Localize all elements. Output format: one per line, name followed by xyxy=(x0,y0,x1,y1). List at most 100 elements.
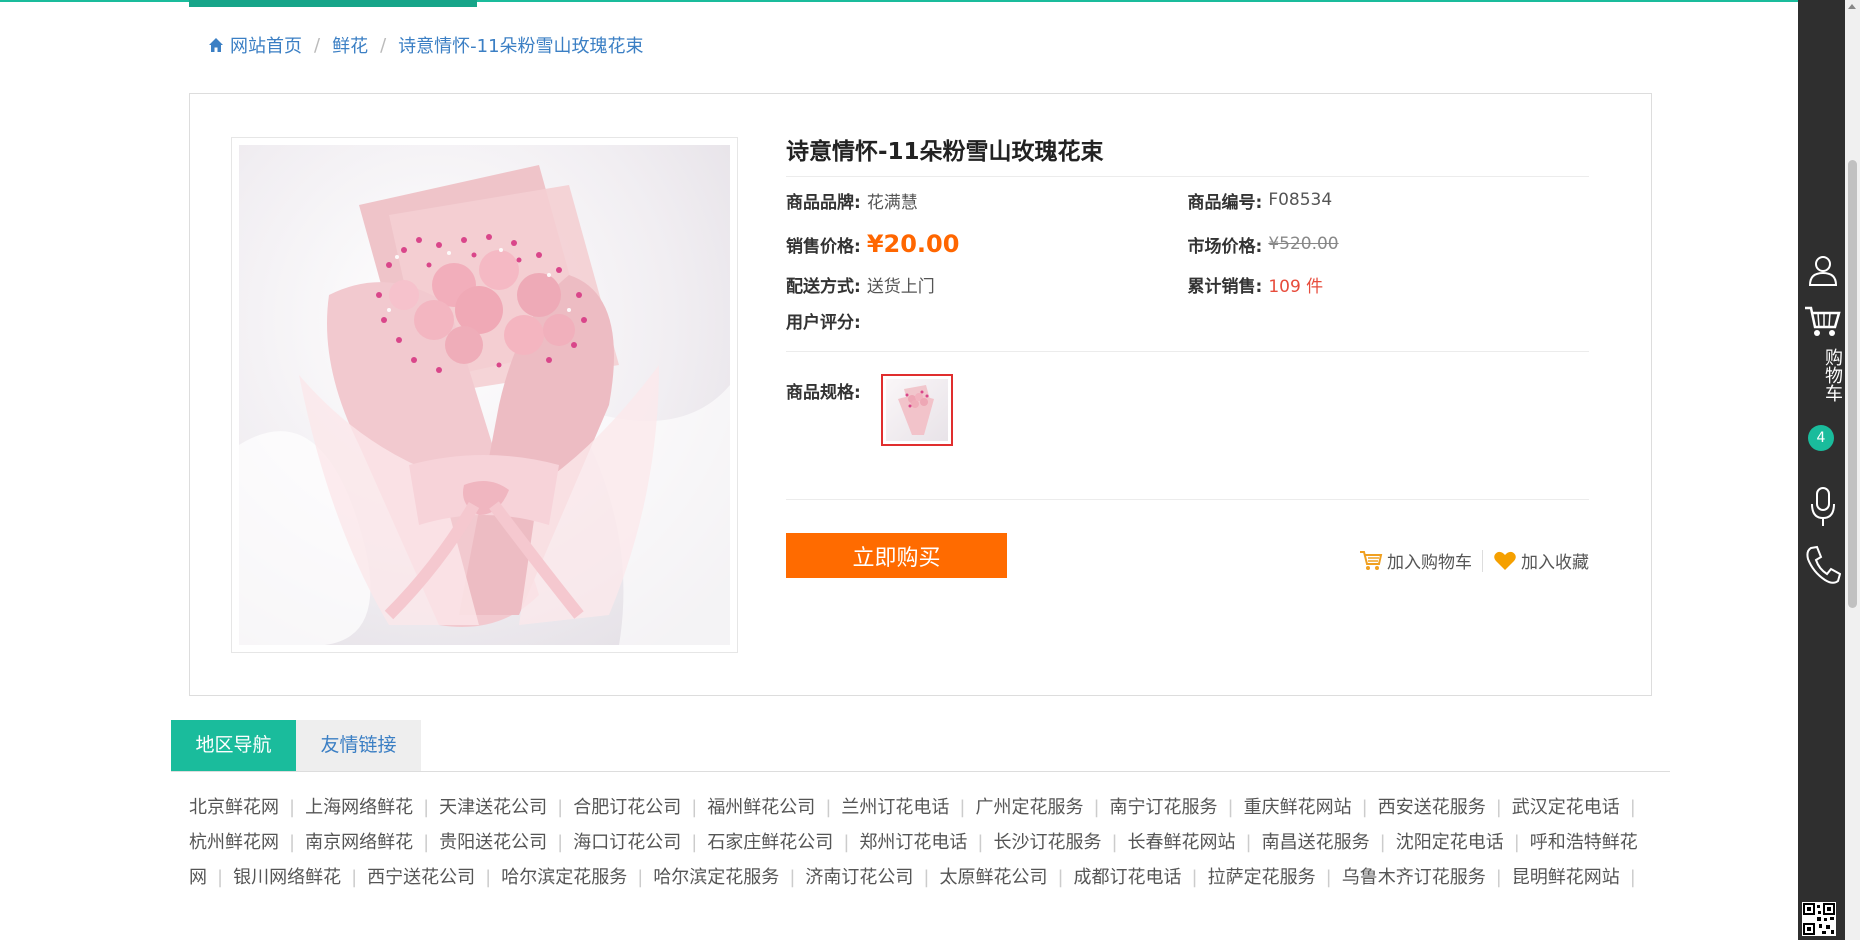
add-to-favorites-link[interactable]: 加入收藏 xyxy=(1493,548,1589,573)
link-separator: | xyxy=(289,832,296,853)
link-separator: | xyxy=(959,797,966,818)
region-link[interactable]: 武汉定花电话 xyxy=(1512,797,1620,818)
link-separator: | xyxy=(1379,832,1386,853)
spec-option-thumbnail[interactable] xyxy=(880,374,953,446)
tab-friend-links[interactable]: 友情链接 xyxy=(296,720,421,771)
region-link[interactable]: 乌鲁木齐订花服务 xyxy=(1342,867,1486,888)
heart-icon xyxy=(1494,551,1516,570)
breadcrumb-category-link[interactable]: 鲜花 xyxy=(332,32,368,58)
market-price-label: 市场价格: xyxy=(1187,236,1263,257)
scrollbar-thumb[interactable] xyxy=(1848,160,1857,608)
sku-label: 商品编号: xyxy=(1187,192,1263,213)
region-link[interactable]: 兰州订花电话 xyxy=(841,797,949,818)
link-separator: | xyxy=(1111,832,1118,853)
link-separator: | xyxy=(789,867,796,888)
region-link[interactable]: 哈尔滨定花服务 xyxy=(653,867,779,888)
spec-label: 商品规格: xyxy=(786,383,861,403)
region-link[interactable]: 拉萨定花服务 xyxy=(1208,867,1316,888)
spec-thumbnail-image xyxy=(885,379,948,441)
link-separator: | xyxy=(843,832,850,853)
region-link[interactable]: 太原鲜花公司 xyxy=(939,867,1047,888)
sidebar-cart-label[interactable]: 购物车 xyxy=(1803,348,1843,402)
brand-label: 商品品牌: xyxy=(786,192,861,213)
cart-count-badge: 4 xyxy=(1808,425,1834,451)
info-row-price: 销售价格: ¥20.00 市场价格: ¥520.00 xyxy=(786,229,1589,259)
region-link[interactable]: 合肥订花公司 xyxy=(573,797,681,818)
bouquet-illustration xyxy=(239,145,730,645)
link-separator: | xyxy=(1629,797,1636,818)
region-link[interactable]: 石家庄鲜花公司 xyxy=(707,832,833,853)
link-separator: | xyxy=(423,797,430,818)
add-to-cart-label: 加入购物车 xyxy=(1387,553,1472,573)
info-row-brand: 商品品牌: 花满慧 商品编号: F08534 xyxy=(786,189,1589,213)
rating-label: 用户评分: xyxy=(786,312,861,333)
breadcrumb-home-link[interactable]: 网站首页 xyxy=(230,32,302,58)
product-info: 诗意情怀-11朵粉雪山玫瑰花束 商品品牌: 花满慧 商品编号: F08534 销… xyxy=(786,130,1589,609)
region-link[interactable]: 银川网络鲜花 xyxy=(233,867,341,888)
region-link[interactable]: 福州鲜花公司 xyxy=(707,797,815,818)
region-link[interactable]: 西宁送花公司 xyxy=(367,867,475,888)
product-image-frame xyxy=(231,137,738,653)
region-link[interactable]: 南昌送花服务 xyxy=(1262,832,1370,853)
region-link[interactable]: 海口订花公司 xyxy=(573,832,681,853)
region-link[interactable]: 南京网络鲜花 xyxy=(305,832,413,853)
region-link[interactable]: 郑州订花电话 xyxy=(859,832,967,853)
region-link[interactable]: 上海网络鲜花 xyxy=(305,797,413,818)
link-separator: | xyxy=(1093,797,1100,818)
product-image[interactable] xyxy=(239,145,730,645)
market-price-value: ¥520.00 xyxy=(1268,234,1339,254)
region-link[interactable]: 北京鲜花网 xyxy=(189,797,279,818)
user-icon[interactable] xyxy=(1803,255,1843,287)
region-link[interactable]: 天津送花公司 xyxy=(439,797,547,818)
buy-now-button[interactable]: 立即购买 xyxy=(786,533,1007,578)
region-link[interactable]: 长春鲜花网站 xyxy=(1128,832,1236,853)
scrollbar-up-arrow[interactable] xyxy=(1848,4,1856,9)
region-link[interactable]: 南宁订花服务 xyxy=(1110,797,1218,818)
breadcrumb-current-link[interactable]: 诗意情怀-11朵粉雪山玫瑰花束 xyxy=(398,32,643,58)
link-separator: | xyxy=(351,867,358,888)
sidebar-cart-icon[interactable] xyxy=(1803,305,1843,339)
link-separator: | xyxy=(637,867,644,888)
add-to-favorites-label: 加入收藏 xyxy=(1521,553,1589,573)
region-link[interactable]: 哈尔滨定花服务 xyxy=(501,867,627,888)
product-title: 诗意情怀-11朵粉雪山玫瑰花束 xyxy=(786,130,1589,177)
link-separator: | xyxy=(1245,832,1252,853)
region-link[interactable]: 西安送花服务 xyxy=(1378,797,1486,818)
qr-code-icon[interactable] xyxy=(1802,902,1836,936)
top-accent-bar xyxy=(0,0,1798,7)
link-separator: | xyxy=(557,832,564,853)
brand-value: 花满慧 xyxy=(866,192,918,213)
add-to-cart-link[interactable]: 加入购物车 xyxy=(1359,548,1472,573)
home-icon xyxy=(209,38,223,52)
region-links: 北京鲜花网 | 上海网络鲜花 | 天津送花公司 | 合肥订花公司 | 福州鲜花公司 | 兰州订花电话… xyxy=(189,790,1653,895)
tab-region-nav[interactable]: 地区导航 xyxy=(171,720,296,771)
region-link[interactable]: 济南订花公司 xyxy=(805,867,913,888)
region-link[interactable]: 杭州鲜花网 xyxy=(189,832,279,853)
link-separator: | xyxy=(485,867,492,888)
product-panel: 诗意情怀-11朵粉雪山玫瑰花束 商品品牌: 花满慧 商品编号: F08534 销… xyxy=(189,93,1652,696)
link-separator: | xyxy=(289,797,296,818)
sku-value: F08534 xyxy=(1268,190,1333,210)
region-link[interactable]: 成都订花电话 xyxy=(1074,867,1182,888)
region-link[interactable]: 沈阳定花电话 xyxy=(1396,832,1504,853)
region-link[interactable]: 昆明鲜花网站 xyxy=(1512,867,1620,888)
breadcrumb-separator: / xyxy=(314,34,321,56)
cart-icon xyxy=(1360,550,1383,570)
region-link[interactable]: 广州定花服务 xyxy=(975,797,1083,818)
region-link[interactable]: 贵阳送花公司 xyxy=(439,832,547,853)
link-separator: | xyxy=(1495,867,1502,888)
delivery-value: 送货上门 xyxy=(866,276,935,297)
link-separator: | xyxy=(1513,832,1520,853)
link-separator: | xyxy=(1227,797,1234,818)
price-label: 销售价格: xyxy=(786,236,861,257)
link-separator: | xyxy=(1057,867,1064,888)
region-link[interactable]: 长沙订花服务 xyxy=(993,832,1101,853)
phone-icon[interactable] xyxy=(1803,545,1843,585)
breadcrumb: 网站首页 / 鲜花 / 诗意情怀-11朵粉雪山玫瑰花束 xyxy=(208,32,644,58)
top-accent-highlight xyxy=(189,0,477,7)
region-link[interactable]: 重庆鲜花网站 xyxy=(1244,797,1352,818)
secondary-actions: 加入购物车 加入收藏 xyxy=(1359,548,1589,573)
delivery-label: 配送方式: xyxy=(786,276,861,297)
link-separator: | xyxy=(691,797,698,818)
microphone-icon[interactable] xyxy=(1803,486,1843,528)
